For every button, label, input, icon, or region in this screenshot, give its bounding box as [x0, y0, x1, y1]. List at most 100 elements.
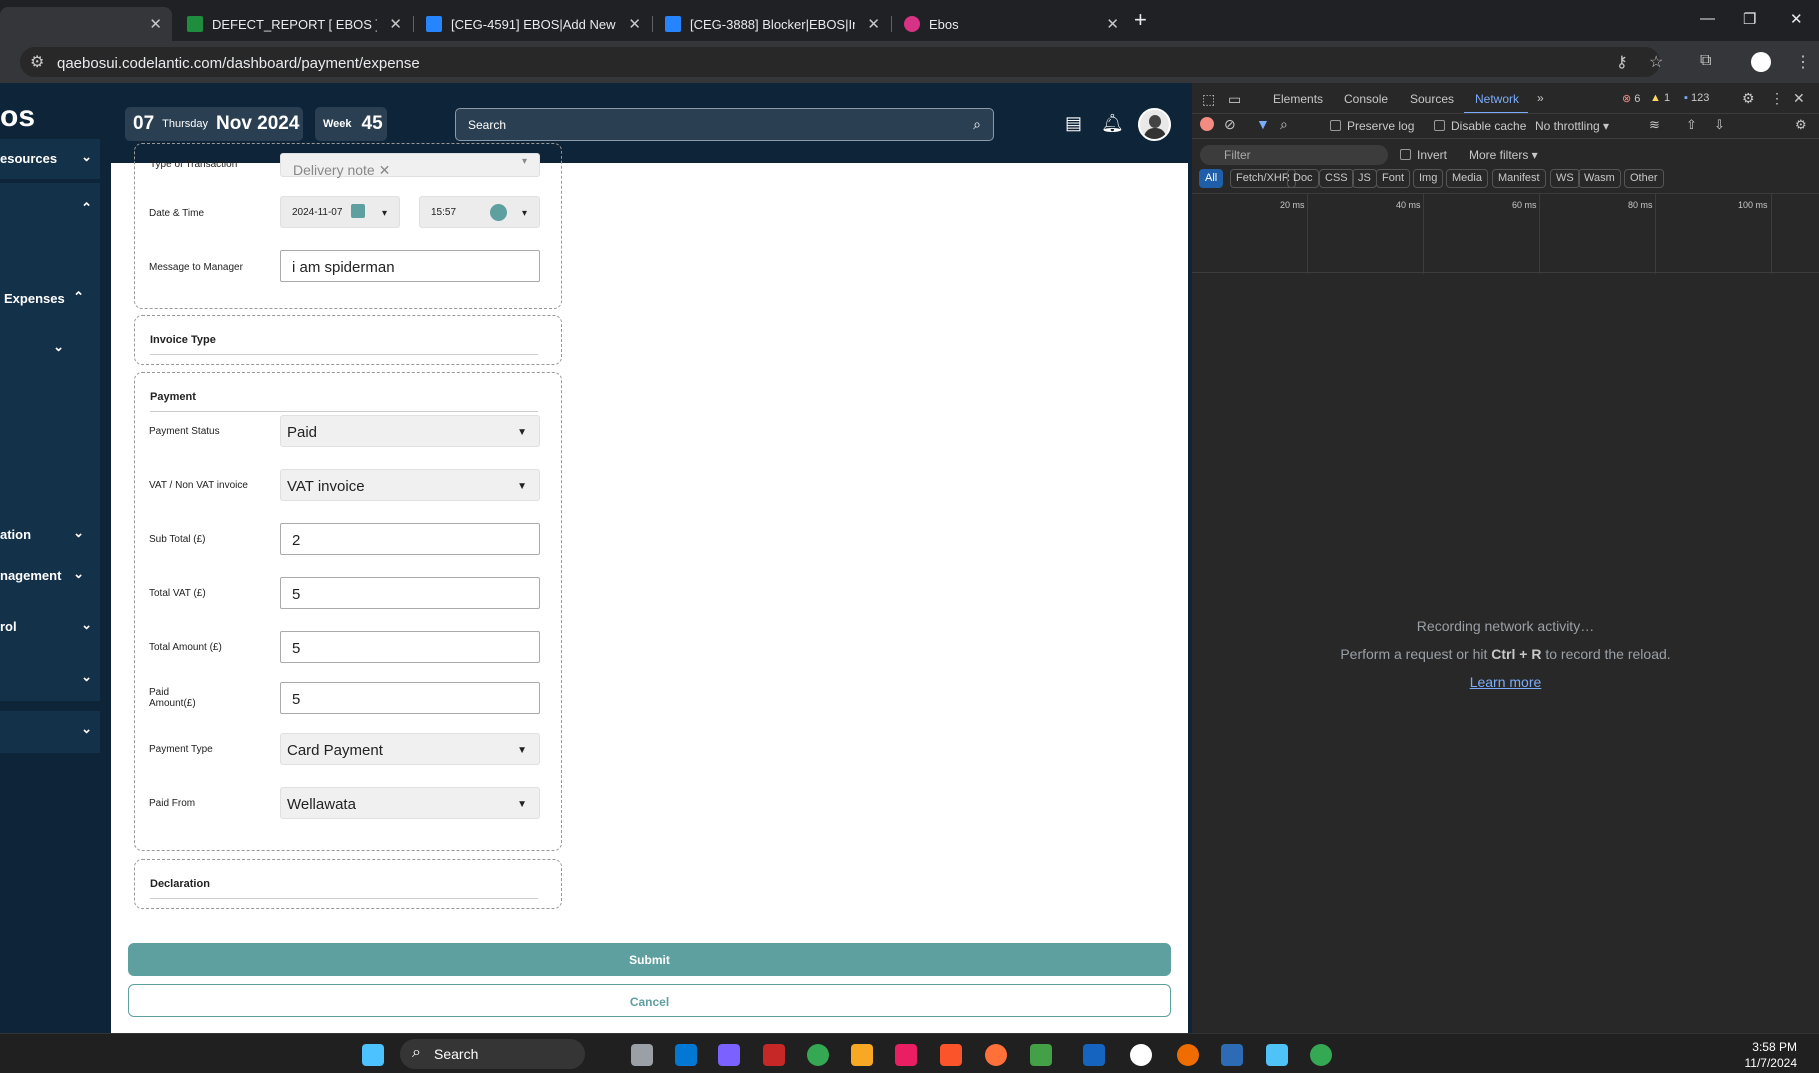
search-icon[interactable]: ⌕: [1280, 116, 1288, 133]
new-tab-icon[interactable]: +: [1134, 7, 1147, 33]
clear-icon[interactable]: ⊘: [1224, 116, 1236, 133]
close-tab-icon[interactable]: ✕: [149, 15, 162, 33]
chat-app-icon[interactable]: [1030, 1044, 1052, 1066]
sidebar-item-management[interactable]: nagement ⌄: [0, 556, 100, 596]
more-tabs-icon[interactable]: »: [1537, 91, 1544, 105]
close-tab-icon[interactable]: ✕: [628, 15, 641, 33]
close-devtools-icon[interactable]: ✕: [1793, 90, 1805, 107]
close-tab-icon[interactable]: ✕: [1106, 15, 1119, 33]
settings-gear-icon[interactable]: ⚙: [1742, 90, 1755, 107]
preserve-log-checkbox[interactable]: Preserve log: [1330, 119, 1414, 133]
network-filter-input[interactable]: Filter: [1200, 145, 1388, 165]
paid-from-select[interactable]: Wellawata ▼: [280, 787, 540, 819]
site-settings-icon[interactable]: ⚙: [30, 52, 44, 72]
restore-icon[interactable]: ❐: [1743, 10, 1756, 28]
payment-type-select[interactable]: Card Payment ▼: [280, 733, 540, 765]
sidebar-item-ation[interactable]: ation ⌄: [0, 515, 100, 555]
vat-invoice-select[interactable]: VAT invoice ▼: [280, 469, 540, 501]
browser-menu-icon[interactable]: ⋮: [1795, 52, 1811, 72]
sidebar-item-control[interactable]: rol ⌄: [0, 607, 100, 649]
learn-more-link[interactable]: Learn more: [1192, 674, 1819, 690]
sidebar-item-8[interactable]: ⌄: [0, 659, 100, 701]
submit-button[interactable]: Submit: [128, 943, 1171, 976]
chrome-icon[interactable]: [807, 1044, 829, 1066]
devtools-tab-console[interactable]: Console: [1344, 92, 1388, 106]
sidebar-item-resources[interactable]: esources ⌄: [0, 139, 100, 179]
sub-total-field[interactable]: 2: [280, 523, 540, 555]
devtools-menu-icon[interactable]: ⋮: [1770, 90, 1784, 107]
windows-start-icon[interactable]: [362, 1044, 384, 1066]
clock-icon[interactable]: [490, 204, 507, 221]
chip-fetch-xhr[interactable]: Fetch/XHR: [1230, 169, 1296, 188]
chip-img[interactable]: Img: [1413, 169, 1444, 188]
close-window-icon[interactable]: ✕: [1790, 10, 1803, 28]
search-input[interactable]: Search ⌕: [455, 108, 994, 141]
browser-tab-ebos[interactable]: Ebos ✕: [894, 7, 1129, 41]
more-filters-button[interactable]: More filters ▾: [1469, 148, 1538, 162]
chip-ws[interactable]: WS: [1550, 169, 1580, 188]
search-icon[interactable]: ⌕: [973, 116, 981, 133]
total-amount-field[interactable]: 5: [280, 631, 540, 663]
browser-tab-current[interactable]: ✕: [0, 7, 172, 41]
warnings-count[interactable]: ▲ 1: [1650, 92, 1670, 104]
chip-all[interactable]: All: [1199, 169, 1224, 188]
close-tab-icon[interactable]: ✕: [389, 15, 402, 33]
remote-app-icon[interactable]: [1083, 1044, 1105, 1066]
recorder-icon[interactable]: [763, 1044, 785, 1066]
sidebar-subitem-toggle[interactable]: ⌄: [0, 333, 100, 363]
chip-wasm[interactable]: Wasm: [1578, 169, 1621, 188]
invert-checkbox[interactable]: Invert: [1400, 148, 1447, 162]
chrome-active-icon[interactable]: [1310, 1044, 1332, 1066]
outlook-icon[interactable]: [675, 1044, 697, 1066]
profile-icon[interactable]: [1751, 52, 1771, 72]
close-tab-icon[interactable]: ✕: [867, 15, 880, 33]
chip-doc[interactable]: Doc: [1287, 169, 1319, 188]
chevron-up-icon[interactable]: ⌃: [81, 200, 92, 216]
avatar[interactable]: [1138, 108, 1171, 141]
inspect-element-icon[interactable]: ⬚: [1202, 91, 1215, 108]
extensions-icon[interactable]: ⧉: [1700, 52, 1711, 70]
devtools-tab-sources[interactable]: Sources: [1410, 92, 1454, 106]
chip-js[interactable]: JS: [1352, 169, 1377, 188]
chat-icon[interactable]: ▤: [1065, 113, 1082, 134]
notepad-icon[interactable]: [1266, 1044, 1288, 1066]
date-picker[interactable]: 2024-11-07 ▾: [280, 196, 400, 228]
devtools-tab-network[interactable]: Network: [1475, 92, 1519, 106]
system-clock[interactable]: 3:58 PM 11/7/2024: [1745, 1039, 1798, 1071]
app-icon[interactable]: [1130, 1044, 1152, 1066]
network-timeline[interactable]: 20 ms 40 ms 60 ms 80 ms 100 ms: [1192, 193, 1819, 274]
throttling-select[interactable]: No throttling ▾: [1535, 119, 1609, 133]
errors-count[interactable]: ⊗ 6: [1622, 92, 1640, 105]
time-picker[interactable]: 15:57 ▾: [419, 196, 540, 228]
sidebar-item-expenses[interactable]: Expenses ⌃: [0, 283, 100, 313]
brave-icon[interactable]: [940, 1044, 962, 1066]
message-to-manager-field[interactable]: i am spiderman: [280, 250, 540, 282]
device-toolbar-icon[interactable]: ▭: [1228, 91, 1241, 108]
devtools-tab-elements[interactable]: Elements: [1273, 92, 1323, 106]
network-settings-icon[interactable]: ⚙: [1795, 117, 1807, 133]
intellij-icon[interactable]: [895, 1044, 917, 1066]
copilot-icon[interactable]: [718, 1044, 740, 1066]
sidebar-item-9[interactable]: ⌄: [0, 711, 100, 753]
password-key-icon[interactable]: ⚷: [1616, 52, 1628, 72]
mysql-icon[interactable]: [1221, 1044, 1243, 1066]
network-conditions-icon[interactable]: ≋: [1649, 117, 1660, 133]
paid-amount-field[interactable]: 5: [280, 682, 540, 714]
disable-cache-checkbox[interactable]: Disable cache: [1434, 119, 1526, 133]
filter-funnel-icon[interactable]: ▼: [1256, 116, 1270, 132]
export-har-icon[interactable]: ⇩: [1714, 117, 1725, 133]
file-explorer-icon[interactable]: [851, 1044, 873, 1066]
transaction-type-select[interactable]: Delivery note ✕ ▾: [280, 153, 540, 178]
chip-css[interactable]: CSS: [1319, 169, 1354, 188]
browser-tab-defect-report[interactable]: DEFECT_REPORT [ EBOS ] - Goo ✕: [177, 7, 412, 41]
minimize-icon[interactable]: —: [1700, 10, 1715, 27]
payment-status-select[interactable]: Paid ▼: [280, 415, 540, 447]
firefox-icon[interactable]: [985, 1044, 1007, 1066]
messages-count[interactable]: ▪ 123: [1684, 92, 1709, 104]
browser-tab-ceg-3888[interactable]: [CEG-3888] Blocker|EBOS|Incor ✕: [655, 7, 890, 41]
bell-icon[interactable]: 🔔︎: [1101, 113, 1124, 134]
taskbar-search[interactable]: ⌕ Search: [400, 1039, 585, 1069]
browser-tab-ceg-4591[interactable]: [CEG-4591] EBOS|Add New Tran ✕: [416, 7, 651, 41]
chip-font[interactable]: Font: [1376, 169, 1411, 188]
chip-other[interactable]: Other: [1624, 169, 1664, 188]
